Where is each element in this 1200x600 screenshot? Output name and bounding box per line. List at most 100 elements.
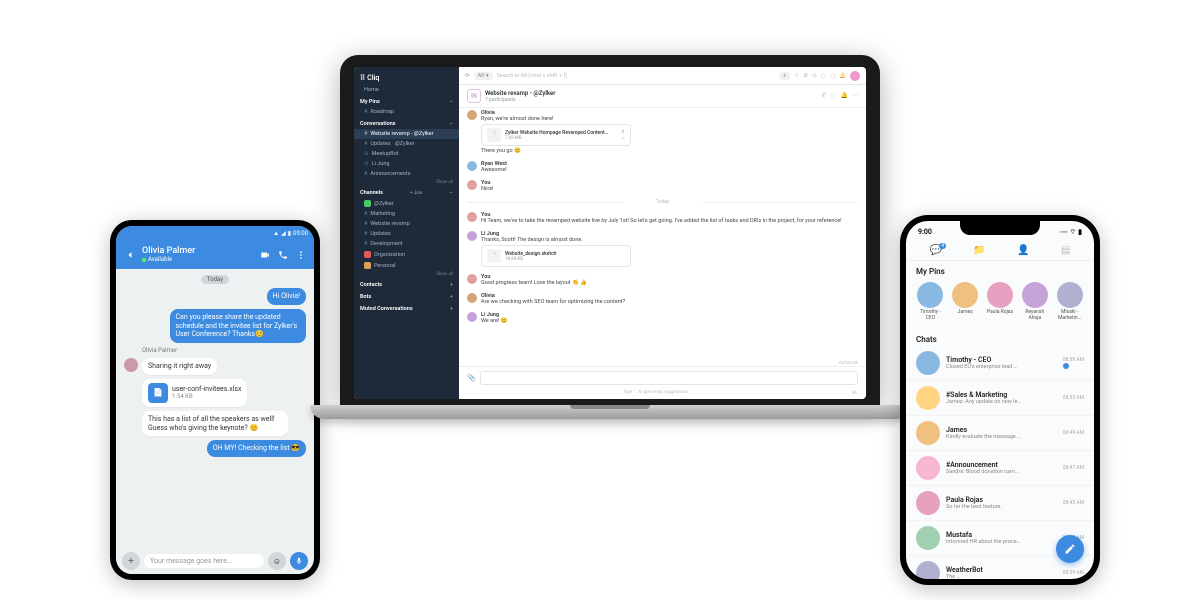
- message[interactable]: YouHi Team, we've to take the revamped w…: [467, 210, 858, 226]
- emoji-button[interactable]: ☺: [268, 552, 286, 570]
- file-attachment[interactable]: 📄 Website_design.sketch18.69 KB: [481, 245, 631, 267]
- attach-button[interactable]: +: [122, 552, 140, 570]
- new-button[interactable]: +: [779, 72, 790, 80]
- mic-button[interactable]: [290, 552, 308, 570]
- notification-icon[interactable]: 🔔: [839, 73, 846, 79]
- avatar[interactable]: [467, 231, 477, 241]
- app-brand[interactable]: ⠿Cliq: [354, 71, 459, 85]
- contact-status: Available: [142, 256, 254, 263]
- pins-row[interactable]: Timothy - CEO James Paula Rojas Reyansh …: [906, 278, 1094, 329]
- avatar[interactable]: [124, 358, 138, 372]
- collapse-icon[interactable]: –: [449, 99, 453, 105]
- avatar: [916, 561, 940, 579]
- mute-icon[interactable]: 🔔: [841, 92, 848, 101]
- attach-icon[interactable]: 📎: [467, 374, 476, 382]
- call-icon[interactable]: ✆: [821, 92, 826, 101]
- avatar[interactable]: [467, 212, 477, 222]
- pin-item[interactable]: Misaki - Marketin…: [1055, 282, 1084, 321]
- pin-item[interactable]: James: [951, 282, 980, 321]
- outgoing-message[interactable]: Can you please share the updated schedul…: [170, 309, 307, 343]
- sidebar-conv-item[interactable]: #Website revamp - @Zylker: [354, 129, 459, 139]
- user-avatar[interactable]: [850, 71, 860, 81]
- avatar: [1022, 282, 1048, 308]
- message[interactable]: Ryan WestAwesome!: [467, 159, 858, 175]
- avatar[interactable]: [467, 110, 477, 120]
- sidebar-channel-item[interactable]: #Updates: [354, 229, 459, 239]
- message-input[interactable]: Your message goes here...: [144, 554, 264, 568]
- sidebar-home[interactable]: Home: [354, 85, 459, 95]
- pin-item[interactable]: Timothy - CEO: [916, 282, 945, 321]
- incoming-message[interactable]: This has a list of all the speakers as w…: [142, 411, 288, 437]
- tab-channels[interactable]: 📁: [973, 245, 985, 256]
- message[interactable]: Li JungWe are! 😊: [467, 310, 858, 326]
- file-attachment[interactable]: 📄 user-conf-invitees.xlsx 1.54 KB: [142, 379, 247, 407]
- avatar[interactable]: [467, 161, 477, 171]
- sidebar-section-bots[interactable]: Bots+: [354, 290, 459, 302]
- refresh-icon[interactable]: ⟳: [465, 73, 470, 79]
- sidebar-conv-item[interactable]: #Updates · @Zylker: [354, 139, 459, 149]
- show-all-link[interactable]: Show all: [354, 179, 459, 186]
- star-icon[interactable]: ☆: [794, 73, 799, 79]
- message[interactable]: YouGood progress team! Love the layout 👏…: [467, 272, 858, 288]
- sidebar-conv-item[interactable]: ⊙MeetupBot: [354, 149, 459, 159]
- download-icon[interactable]: ⬇: [621, 129, 625, 135]
- bell-icon[interactable]: ▢: [830, 73, 835, 79]
- collapse-icon[interactable]: –: [449, 190, 453, 196]
- sidebar-channel-item[interactable]: #Development: [354, 239, 459, 249]
- message[interactable]: OliviaAre we checking with SEO team for …: [467, 291, 858, 307]
- chat-row[interactable]: #AnnouncementSandra: Blood donation cam……: [906, 451, 1094, 486]
- show-all-link[interactable]: Show all: [354, 271, 459, 278]
- sidebar-section-contacts[interactable]: Contacts+: [354, 278, 459, 290]
- avatar[interactable]: [467, 293, 477, 303]
- phone-call-icon[interactable]: [278, 250, 288, 260]
- more-icon[interactable]: [296, 250, 306, 260]
- message[interactable]: Olivia Ryan, we're almost done here! 📄 Z…: [467, 108, 858, 156]
- message-composer: 📎: [459, 366, 866, 389]
- tab-contacts[interactable]: 👤: [1017, 245, 1029, 256]
- video-call-icon[interactable]: [260, 250, 270, 260]
- outgoing-message[interactable]: Hi Olivia!: [267, 288, 306, 305]
- contact-info[interactable]: Olivia Palmer Available: [142, 246, 254, 263]
- sidebar-channel-item[interactable]: #Marketing: [354, 209, 459, 219]
- collapse-icon[interactable]: –: [449, 121, 453, 127]
- chat-row[interactable]: #Sales & MarketingJames: Any update on n…: [906, 381, 1094, 416]
- back-icon[interactable]: [124, 249, 136, 261]
- sidebar-channel-item[interactable]: Organization: [354, 249, 459, 260]
- sidebar-section-muted[interactable]: Muted Conversations+: [354, 302, 459, 314]
- tab-calendar[interactable]: ▤: [1061, 245, 1070, 256]
- clock-icon[interactable]: ⊙: [812, 73, 817, 79]
- message[interactable]: YouNice!: [467, 178, 858, 194]
- outgoing-message[interactable]: OH MY! Checking the list 😎: [207, 440, 306, 457]
- chat-row[interactable]: Paula RojasSo far the best feature.08:45…: [906, 486, 1094, 521]
- message[interactable]: Li Jung Thanks, Scott! The design is alm…: [467, 229, 858, 269]
- join-link[interactable]: + Join: [410, 191, 422, 196]
- sidebar-channel-item[interactable]: #Website revamp: [354, 219, 459, 229]
- channel-subtitle[interactable]: 7 participants: [485, 97, 817, 103]
- sidebar-item-roadmap[interactable]: #Roadmap: [354, 107, 459, 117]
- chat-row[interactable]: JamesKindly evaluate the message …08:49 …: [906, 416, 1094, 451]
- share-icon[interactable]: ↗: [621, 136, 625, 142]
- signal-icon: ◢: [281, 230, 286, 237]
- tab-chats[interactable]: 💬4: [930, 245, 942, 256]
- gear-icon[interactable]: ⚙: [803, 73, 808, 79]
- sidebar-conv-item[interactable]: ⊙Li Jung: [354, 159, 459, 169]
- markdown-toggle[interactable]: M↓: [852, 390, 866, 396]
- info-icon[interactable]: ⓘ: [831, 92, 837, 101]
- sidebar-channel-item[interactable]: @Zylker: [354, 198, 459, 209]
- filter-dropdown[interactable]: All▾: [474, 72, 493, 80]
- incoming-message[interactable]: Sharing it right away: [142, 358, 217, 375]
- avatar[interactable]: [467, 312, 477, 322]
- chat-row[interactable]: Timothy - CEOClosed EU's enterprise lead…: [906, 346, 1094, 381]
- sidebar-conv-item[interactable]: #Announcements: [354, 169, 459, 179]
- message-input[interactable]: [480, 371, 858, 385]
- search-input[interactable]: Search in All (cmd + shift + f): [497, 73, 775, 79]
- compose-fab[interactable]: [1056, 535, 1084, 563]
- avatar[interactable]: [467, 180, 477, 190]
- avatar[interactable]: [467, 274, 477, 284]
- pin-item[interactable]: Reyansh Ahuja: [1020, 282, 1049, 321]
- pin-item[interactable]: Paula Rojas: [986, 282, 1015, 321]
- sidebar-channel-item[interactable]: Personal: [354, 260, 459, 271]
- file-attachment[interactable]: 📄 Zylker Website Hompage Revamped Conten…: [481, 124, 631, 146]
- more-icon[interactable]: ⋯: [852, 92, 858, 101]
- calendar-icon[interactable]: ▢: [821, 73, 826, 79]
